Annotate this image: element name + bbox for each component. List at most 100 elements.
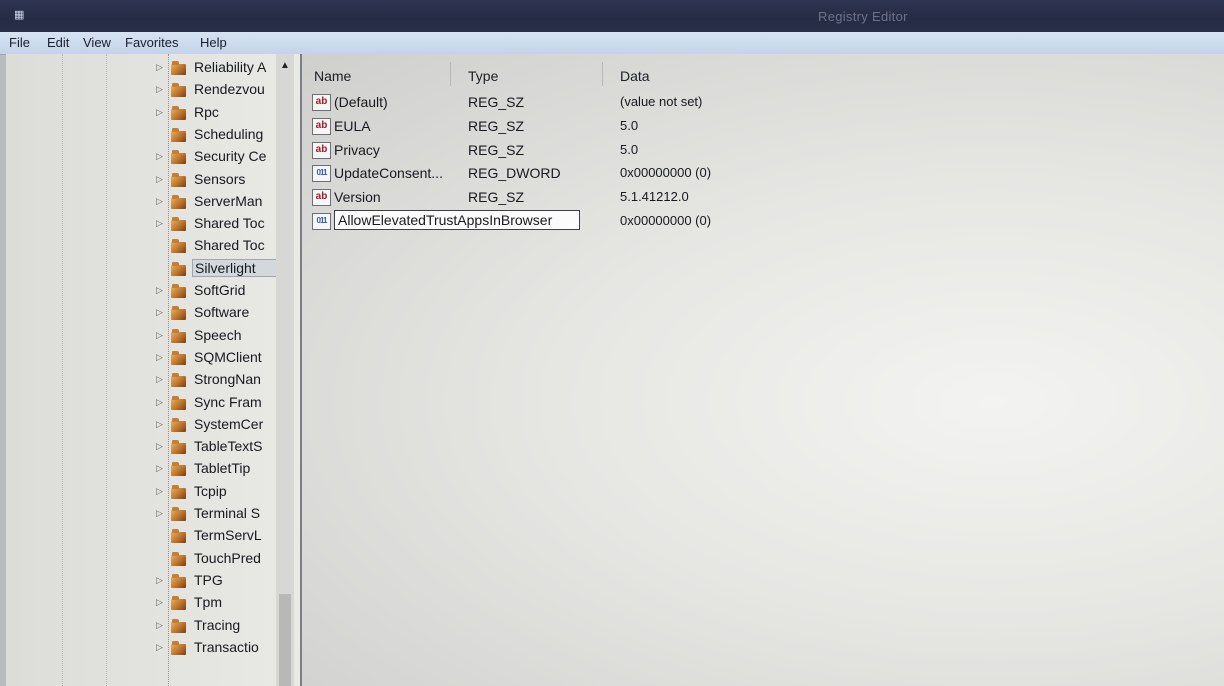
tree-key-label: Shared Toc <box>194 215 265 232</box>
tree-key-item[interactable]: ▷ Sensors <box>156 169 286 191</box>
tree-key-label: TableTextS <box>194 438 263 455</box>
folder-icon <box>171 417 187 432</box>
tree-guide-line <box>106 54 107 686</box>
tree-key-item[interactable]: ▷ Software <box>156 302 286 324</box>
expand-arrow-icon[interactable]: ▷ <box>156 330 163 341</box>
folder-icon <box>171 83 187 98</box>
value-type: REG_SZ <box>468 141 525 158</box>
tree-key-item[interactable]: ▷ Terminal S <box>156 503 286 525</box>
column-divider[interactable] <box>602 62 603 86</box>
expand-arrow-icon[interactable]: ▷ <box>156 374 163 385</box>
folder-icon <box>171 395 187 410</box>
string-value-icon: ab <box>312 94 331 111</box>
column-divider[interactable] <box>450 62 451 86</box>
registry-key-tree[interactable]: ▷ Reliability A ▷ Rendezvou ▷ Rpc Scheduling ▷ S… <box>6 54 302 686</box>
column-header-name[interactable]: Name <box>314 68 351 84</box>
registry-values-list[interactable]: Name Type Data ab (Default) REG_SZ (value n… <box>302 54 1224 686</box>
column-header-data[interactable]: Data <box>620 68 650 84</box>
scroll-up-arrow-icon[interactable]: ▲ <box>276 58 294 74</box>
tree-key-item[interactable]: ▷ Tpm <box>156 592 286 614</box>
expand-arrow-icon[interactable]: ▷ <box>156 397 163 408</box>
tree-key-label: Software <box>194 304 250 321</box>
tree-key-item[interactable]: ▷ Tcpip <box>156 481 286 503</box>
expand-arrow-icon[interactable]: ▷ <box>156 597 163 608</box>
menu-favorites[interactable]: Favorites <box>125 35 178 50</box>
list-header: Name Type Data <box>302 62 1224 86</box>
value-name: Privacy <box>334 141 380 158</box>
tree-key-item[interactable]: ▷ StrongNan <box>156 369 286 391</box>
expand-arrow-icon[interactable]: ▷ <box>156 419 163 430</box>
tree-key-label: Terminal S <box>194 505 261 521</box>
menu-edit[interactable]: Edit <box>47 35 69 50</box>
tree-key-item[interactable]: ▷ TableTextS <box>156 436 286 458</box>
expand-arrow-icon[interactable]: ▷ <box>156 441 163 452</box>
folder-icon <box>171 618 187 633</box>
expand-arrow-icon[interactable]: ▷ <box>156 285 163 296</box>
expand-arrow-icon[interactable]: ▷ <box>156 107 163 118</box>
folder-icon <box>171 127 187 142</box>
tree-key-label: Reliability A <box>194 59 267 75</box>
tree-key-item[interactable]: Scheduling <box>156 124 286 146</box>
folder-icon <box>171 217 187 232</box>
registry-value-row[interactable]: 011 0x00000000 (0) <box>312 210 1012 233</box>
tree-key-item[interactable]: TermServL <box>156 525 286 547</box>
tree-key-item[interactable]: ▷ Sync Fram <box>156 392 286 414</box>
registry-editor-icon[interactable]: ▦ <box>14 8 28 22</box>
tree-key-item[interactable]: ▷ TabletTip <box>156 458 286 480</box>
tree-key-item[interactable]: ▷ SystemCer <box>156 414 286 436</box>
tree-key-item[interactable]: ▷ Rpc <box>156 102 286 124</box>
expand-arrow-icon[interactable]: ▷ <box>156 84 163 95</box>
folder-icon <box>171 261 187 276</box>
tree-key-item[interactable]: ▷ SoftGrid <box>156 280 286 302</box>
tree-key-item[interactable]: ▷ Shared Toc <box>156 213 286 235</box>
column-header-type[interactable]: Type <box>468 68 498 84</box>
rename-value-input[interactable] <box>334 210 580 230</box>
window-title: Registry Editor <box>818 9 908 24</box>
tree-key-label: Sensors <box>194 170 246 187</box>
menu-bar: File Edit View Favorites Help <box>0 32 1224 55</box>
menu-file[interactable]: File <box>9 35 30 50</box>
tree-key-item[interactable]: TouchPred <box>156 548 286 570</box>
tree-key-item[interactable]: ▷ Reliability A <box>156 57 286 79</box>
registry-value-row[interactable]: ab Privacy REG_SZ 5.0 <box>312 140 1012 162</box>
tree-guide-line <box>62 54 63 686</box>
tree-key-item[interactable]: ▷ SQMClient <box>156 347 286 369</box>
expand-arrow-icon[interactable]: ▷ <box>156 508 163 519</box>
registry-value-row[interactable]: ab Version REG_SZ 5.1.41212.0 <box>312 187 1012 209</box>
tree-key-item[interactable]: ▷ Tracing <box>156 615 286 637</box>
tree-key-item[interactable]: Silverlight <box>156 258 290 280</box>
tree-key-item[interactable]: ▷ Transactio <box>156 637 286 659</box>
expand-arrow-icon[interactable]: ▷ <box>156 352 163 363</box>
menu-help[interactable]: Help <box>200 35 227 50</box>
tree-key-item[interactable]: Shared Toc <box>156 235 286 257</box>
folder-icon <box>171 507 187 521</box>
registry-value-row[interactable]: ab (Default) REG_SZ (value not set) <box>312 92 1012 114</box>
expand-arrow-icon[interactable]: ▷ <box>156 620 163 631</box>
expand-arrow-icon[interactable]: ▷ <box>156 307 163 318</box>
registry-value-row[interactable]: 011 UpdateConsent... REG_DWORD 0x00000000 (… <box>312 163 1012 185</box>
tree-key-item[interactable]: ▷ TPG <box>156 570 286 592</box>
expand-arrow-icon[interactable]: ▷ <box>156 463 163 474</box>
expand-arrow-icon[interactable]: ▷ <box>156 642 163 653</box>
expand-arrow-icon[interactable]: ▷ <box>156 174 163 185</box>
tree-key-label: Sync Fram <box>194 393 262 410</box>
expand-arrow-icon[interactable]: ▷ <box>156 575 163 586</box>
expand-arrow-icon[interactable]: ▷ <box>156 151 163 162</box>
registry-value-row[interactable]: ab EULA REG_SZ 5.0 <box>312 116 1012 138</box>
tree-key-label: Scheduling <box>194 125 264 142</box>
value-data: 5.0 <box>620 117 639 133</box>
tree-key-item[interactable]: ▷ Speech <box>156 325 286 347</box>
expand-arrow-icon[interactable]: ▷ <box>156 196 163 207</box>
binary-value-icon: 011 <box>312 213 331 230</box>
tree-scrollbar[interactable] <box>276 54 294 686</box>
expand-arrow-icon[interactable]: ▷ <box>156 218 163 229</box>
expand-arrow-icon[interactable]: ▷ <box>156 62 163 73</box>
tree-key-label: TermServL <box>194 527 262 544</box>
expand-arrow-icon[interactable]: ▷ <box>156 486 163 497</box>
scrollbar-thumb[interactable] <box>279 594 291 686</box>
tree-key-item[interactable]: ▷ Rendezvou <box>156 79 286 101</box>
value-type: REG_SZ <box>468 94 525 110</box>
tree-key-item[interactable]: ▷ ServerMan <box>156 191 286 213</box>
tree-key-item[interactable]: ▷ Security Ce <box>156 146 286 168</box>
menu-view[interactable]: View <box>83 35 111 50</box>
